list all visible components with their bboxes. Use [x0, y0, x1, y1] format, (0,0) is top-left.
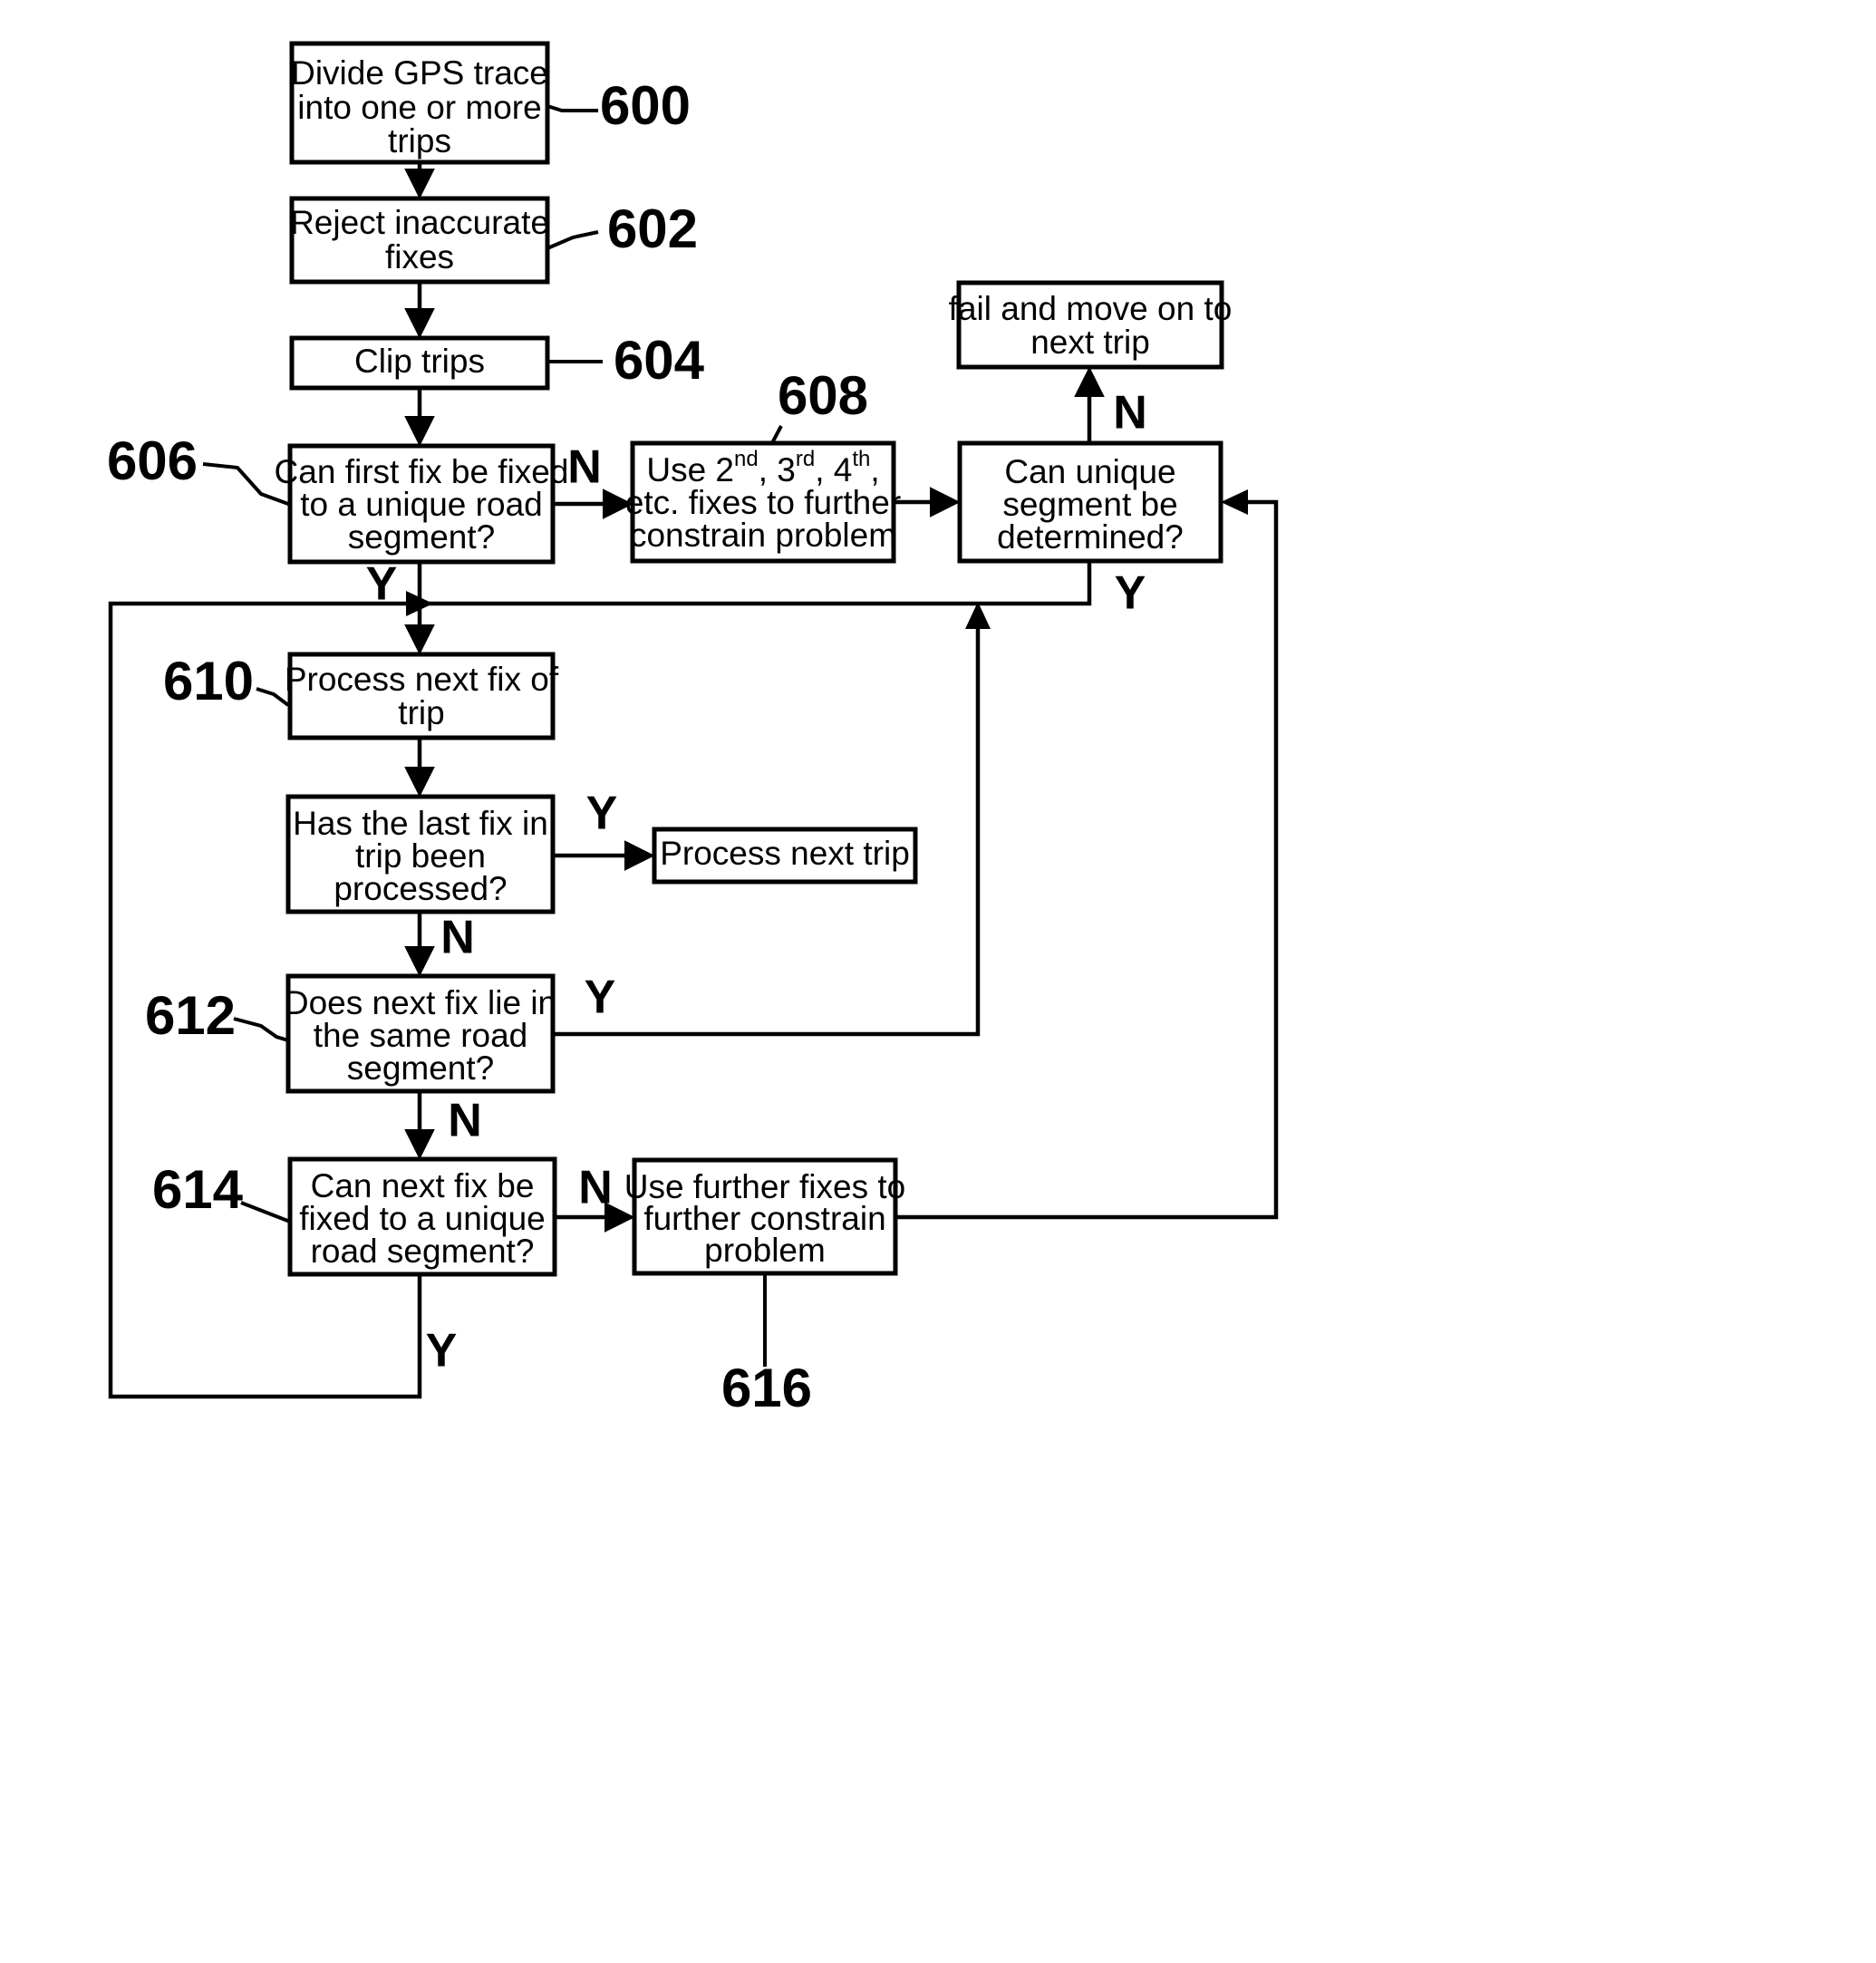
patent-flowchart-figure: Divide GPS trace into one or more trips … — [0, 0, 1876, 1963]
branch-label-606-no: N — [567, 441, 602, 494]
branch-label-612-no: N — [448, 1095, 482, 1147]
node-line: determined? — [997, 518, 1184, 556]
node-line: Has the last fix in — [293, 805, 548, 842]
node-can-unique-segment-be-determined: Can unique segment be determined? — [957, 440, 1223, 564]
node-line: into one or more — [297, 89, 541, 126]
node-use-2nd-3rd-4th-fixes: Use 2nd, 3rd, 4th, etc. fixes to further… — [625, 440, 901, 564]
arrowhead-612-yes — [965, 602, 991, 629]
branch-label-lastfix-yes: Y — [586, 788, 618, 840]
edge-unique-segment-yes-to-spine — [426, 561, 1092, 606]
reference-numeral-610: 610 — [163, 651, 254, 711]
leader-614 — [240, 1201, 291, 1223]
edge-616-to-unique-segment — [895, 499, 1279, 1220]
leader-600 — [546, 104, 598, 112]
node-line: Divide GPS trace — [291, 54, 548, 92]
leader-612 — [233, 1017, 289, 1042]
node-line: constrain problem — [630, 517, 896, 554]
node-line: the same road — [314, 1017, 528, 1054]
node-use-further-fixes-to-further-constrain-problem: Use further fixes to further constrain p… — [624, 1157, 905, 1276]
node-line: Does next fix lie in — [285, 984, 556, 1021]
node-divide-gps-trace: Divide GPS trace into one or more trips — [289, 41, 550, 165]
node-line: next trip — [1030, 324, 1150, 361]
node-line: road segment? — [311, 1233, 535, 1270]
node-does-next-fix-lie-in-same-road-segment: Does next fix lie in the same road segme… — [285, 973, 556, 1094]
node-line: Process next trip — [660, 835, 910, 872]
leader-610 — [256, 687, 290, 707]
node-line: Can first fix be fixed — [275, 453, 569, 490]
node-fail-and-move-on-to-next-trip: fail and move on to next trip — [949, 280, 1233, 370]
branch-label-unique-segment-yes: Y — [1115, 567, 1146, 620]
node-line: trips — [388, 122, 451, 160]
branch-label-614-no: N — [578, 1162, 613, 1214]
node-line: Process next fix of — [285, 661, 559, 698]
node-line: trip — [398, 694, 444, 731]
branch-label-606-yes: Y — [366, 558, 398, 611]
node-clip-trips: Clip trips — [289, 335, 550, 391]
node-reject-inaccurate-fixes: Reject inaccurate fixes — [289, 196, 550, 285]
arrowhead-616-return — [1221, 489, 1248, 515]
branch-label-unique-segment-no: N — [1113, 387, 1147, 440]
node-line: Can next fix be — [311, 1167, 535, 1204]
node-process-next-trip: Process next trip — [652, 827, 918, 885]
reference-numeral-604: 604 — [614, 330, 705, 391]
node-line: fail and move on to — [949, 290, 1233, 327]
branch-label-lastfix-no: N — [440, 912, 475, 964]
reference-numeral-602: 602 — [607, 198, 698, 259]
branch-label-612-yes: Y — [585, 972, 616, 1024]
reference-numeral-608: 608 — [778, 365, 868, 426]
node-line: segment be — [1002, 486, 1177, 523]
node-process-next-fix-of-trip: Process next fix of trip — [285, 652, 559, 740]
node-line: processed? — [334, 870, 507, 907]
leader-602 — [546, 230, 599, 250]
node-line: Can unique — [1004, 453, 1175, 490]
reference-numeral-612: 612 — [145, 985, 236, 1046]
reference-numeral-614: 614 — [152, 1159, 244, 1220]
node-line: fixed to a unique — [299, 1200, 546, 1237]
node-line: fixes — [385, 238, 454, 276]
reference-numeral-616: 616 — [721, 1358, 812, 1418]
branch-label-614-yes: Y — [426, 1325, 458, 1378]
nodes: Divide GPS trace into one or more trips … — [275, 41, 1233, 1277]
node-line: Reject inaccurate — [290, 204, 549, 241]
node-line-ordinals: Use 2nd, 3rd, 4th, — [646, 447, 879, 488]
node-line: to a unique road — [300, 486, 542, 523]
reference-numeral-600: 600 — [600, 75, 691, 136]
node-line: segment? — [347, 1049, 495, 1087]
node-line: segment? — [348, 518, 496, 556]
node-line: etc. fixes to further — [625, 484, 901, 521]
node-can-next-fix-be-fixed-to-unique-road-segment: Can next fix be fixed to a unique road s… — [287, 1156, 557, 1277]
node-line: Clip trips — [354, 343, 485, 380]
node-has-last-fix-been-processed: Has the last fix in trip been processed? — [285, 794, 556, 914]
node-line: problem — [704, 1232, 826, 1269]
node-can-first-fix-be-fixed: Can first fix be fixed to a unique road … — [275, 443, 569, 565]
node-line: trip been — [355, 837, 486, 875]
reference-numeral-606: 606 — [107, 430, 198, 491]
flowchart-canvas: Divide GPS trace into one or more trips … — [107, 41, 1279, 1418]
